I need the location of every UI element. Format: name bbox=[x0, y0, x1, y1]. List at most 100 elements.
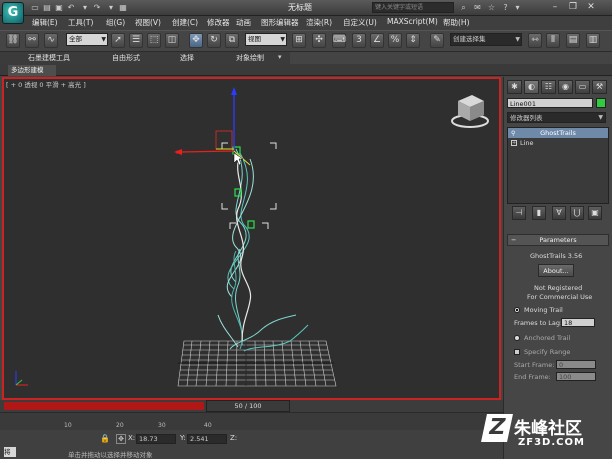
menu-customize[interactable]: 自定义(U) bbox=[343, 17, 377, 28]
frames-to-lag-spinner[interactable]: 18 bbox=[561, 318, 595, 327]
redo-dropdown-icon[interactable]: ▾ bbox=[106, 3, 116, 13]
menu-create[interactable]: 创建(C) bbox=[172, 17, 198, 28]
object-color-swatch[interactable] bbox=[596, 98, 606, 108]
modifier-list-dropdown[interactable]: 修改器列表 ▼ bbox=[507, 112, 606, 123]
menu-maxscript[interactable]: MAXScript(M) bbox=[387, 17, 438, 26]
open-file-icon[interactable]: ▤ bbox=[42, 3, 52, 13]
edit-named-selection-icon[interactable]: ✎ bbox=[430, 33, 444, 48]
app-logo-icon[interactable]: G bbox=[2, 2, 24, 24]
help-dropdown-icon[interactable]: ▾ bbox=[512, 2, 523, 13]
close-icon[interactable]: ✕ bbox=[584, 1, 598, 14]
line-object bbox=[236, 154, 252, 342]
track-bar[interactable] bbox=[0, 412, 503, 430]
bind-space-warp-icon[interactable]: ∿ bbox=[44, 33, 58, 48]
menu-modifiers[interactable]: 修改器 bbox=[207, 17, 230, 28]
menu-tools[interactable]: 工具(T) bbox=[68, 17, 93, 28]
tab-graphite-modeling[interactable]: 石墨建模工具 bbox=[28, 53, 70, 63]
show-end-result-icon[interactable]: ▮ bbox=[532, 206, 546, 220]
project-folder-icon[interactable]: ▦ bbox=[118, 3, 128, 13]
track-tick-label: 30 bbox=[158, 422, 166, 429]
window-crossing-icon[interactable]: ◫ bbox=[165, 33, 179, 48]
hierarchy-tab-icon[interactable]: ☷ bbox=[541, 80, 556, 94]
tab-freeform[interactable]: 自由形式 bbox=[112, 53, 140, 63]
mirror-icon[interactable]: ⇿ bbox=[528, 33, 542, 48]
select-and-rotate-icon[interactable]: ↻ bbox=[207, 33, 221, 48]
help-icon[interactable]: ? bbox=[500, 2, 511, 13]
menu-edit[interactable]: 编辑(E) bbox=[32, 17, 58, 28]
parameters-rollout-header[interactable]: − Parameters bbox=[507, 234, 609, 246]
menu-animation[interactable]: 动画 bbox=[236, 17, 251, 28]
expand-icon[interactable]: + bbox=[511, 140, 517, 146]
graphite-toggle-icon[interactable]: ▥ bbox=[586, 33, 600, 48]
unlink-icon[interactable]: ⚯ bbox=[25, 33, 39, 48]
x-coord-field[interactable]: 18.73 bbox=[136, 434, 176, 444]
maxscript-listener[interactable]: 将 bbox=[4, 447, 16, 457]
menu-group[interactable]: 组(G) bbox=[106, 17, 125, 28]
selection-filter-dropdown[interactable]: 全部 ▼ bbox=[66, 33, 108, 46]
binoculars-icon[interactable]: ⌕ bbox=[458, 2, 469, 13]
specify-range-checkbox[interactable] bbox=[514, 349, 520, 355]
select-by-name-icon[interactable]: ☰ bbox=[129, 33, 143, 48]
time-slider-handle[interactable]: 50 / 100 bbox=[206, 400, 290, 412]
display-tab-icon[interactable]: ▭ bbox=[575, 80, 590, 94]
menu-help[interactable]: 帮助(H) bbox=[443, 17, 470, 28]
select-and-scale-icon[interactable]: ⧉ bbox=[225, 33, 239, 48]
moving-trail-radio[interactable] bbox=[514, 307, 520, 313]
tab-polygon-modeling[interactable]: 多边形建模 bbox=[8, 65, 56, 76]
named-selection-dropdown[interactable]: 创建选择集 ▼ bbox=[450, 33, 522, 46]
bulb-icon[interactable]: ⚲ bbox=[511, 130, 515, 137]
create-tab-icon[interactable]: ✱ bbox=[507, 80, 522, 94]
angle-snap-icon[interactable]: ∠ bbox=[370, 33, 384, 48]
anchored-trail-radio[interactable] bbox=[514, 335, 520, 341]
manipulate-icon[interactable]: ✣ bbox=[312, 33, 326, 48]
start-frame-spinner[interactable]: 0 bbox=[556, 360, 596, 369]
menu-rendering[interactable]: 渲染(R) bbox=[306, 17, 332, 28]
time-slider-track[interactable] bbox=[4, 402, 204, 410]
make-unique-icon[interactable]: ∀ bbox=[552, 206, 566, 220]
rectangular-selection-icon[interactable]: ⬚ bbox=[147, 33, 161, 48]
move-gizmo bbox=[174, 87, 251, 166]
keyboard-shortcut-override-icon[interactable]: ⌨ bbox=[332, 33, 346, 48]
modify-tab-icon[interactable]: ◐ bbox=[524, 80, 539, 94]
redo-icon[interactable]: ↷ bbox=[92, 3, 102, 13]
menu-views[interactable]: 视图(V) bbox=[135, 17, 161, 28]
undo-icon[interactable]: ↶ bbox=[66, 3, 76, 13]
y-coord-field[interactable]: 2.541 bbox=[187, 434, 227, 444]
object-name-field[interactable]: Line001 bbox=[507, 98, 593, 108]
select-object-icon[interactable]: ➚ bbox=[111, 33, 125, 48]
pin-stack-icon[interactable]: ⊣ bbox=[512, 206, 526, 220]
stack-item-ghosttrails[interactable]: GhostTrails bbox=[508, 128, 608, 138]
search-input[interactable]: 键入关键字或短语 bbox=[372, 2, 454, 13]
remove-modifier-icon[interactable]: ⋃ bbox=[570, 206, 584, 220]
align-icon[interactable]: ⫴ bbox=[546, 33, 560, 48]
tab-object-paint[interactable]: 对象绘制 bbox=[236, 53, 264, 63]
minimize-icon[interactable]: – bbox=[548, 1, 562, 14]
layer-manager-icon[interactable]: ▤ bbox=[566, 33, 580, 48]
stack-item-line[interactable]: Line bbox=[508, 139, 608, 148]
registration-note: For Commercial Use bbox=[527, 293, 593, 301]
save-icon[interactable]: ▣ bbox=[54, 3, 64, 13]
select-and-move-icon[interactable]: ✥ bbox=[189, 33, 203, 48]
spinner-snap-icon[interactable]: ⇕ bbox=[406, 33, 420, 48]
new-file-icon[interactable]: ▭ bbox=[30, 3, 40, 13]
reference-coordinate-dropdown[interactable]: 视图 ▼ bbox=[245, 33, 287, 46]
absolute-mode-icon[interactable]: ✥ bbox=[116, 434, 126, 444]
menu-graph-editors[interactable]: 图形编辑器 bbox=[261, 17, 299, 28]
undo-dropdown-icon[interactable]: ▾ bbox=[80, 3, 90, 13]
restore-icon[interactable]: ❐ bbox=[566, 1, 580, 14]
subscription-icon[interactable]: ✉ bbox=[472, 2, 483, 13]
snaps-toggle-icon[interactable]: 3 bbox=[352, 33, 366, 48]
percent-snap-icon[interactable]: % bbox=[388, 33, 402, 48]
configure-sets-icon[interactable]: ▣ bbox=[588, 206, 602, 220]
select-link-icon[interactable]: ⛓ bbox=[6, 33, 20, 48]
pivot-center-icon[interactable]: ⊞ bbox=[292, 33, 306, 48]
ribbon-panel-bar bbox=[0, 64, 612, 76]
tab-selection[interactable]: 选择 bbox=[180, 53, 194, 63]
star-icon[interactable]: ☆ bbox=[486, 2, 497, 13]
end-frame-spinner[interactable]: 100 bbox=[556, 372, 596, 381]
utilities-tab-icon[interactable]: ⚒ bbox=[592, 80, 607, 94]
ribbon-options-icon[interactable]: ▾ bbox=[278, 53, 282, 61]
selection-lock-icon[interactable]: 🔒 bbox=[100, 434, 110, 444]
motion-tab-icon[interactable]: ◉ bbox=[558, 80, 573, 94]
about-button[interactable]: About... bbox=[538, 264, 574, 277]
